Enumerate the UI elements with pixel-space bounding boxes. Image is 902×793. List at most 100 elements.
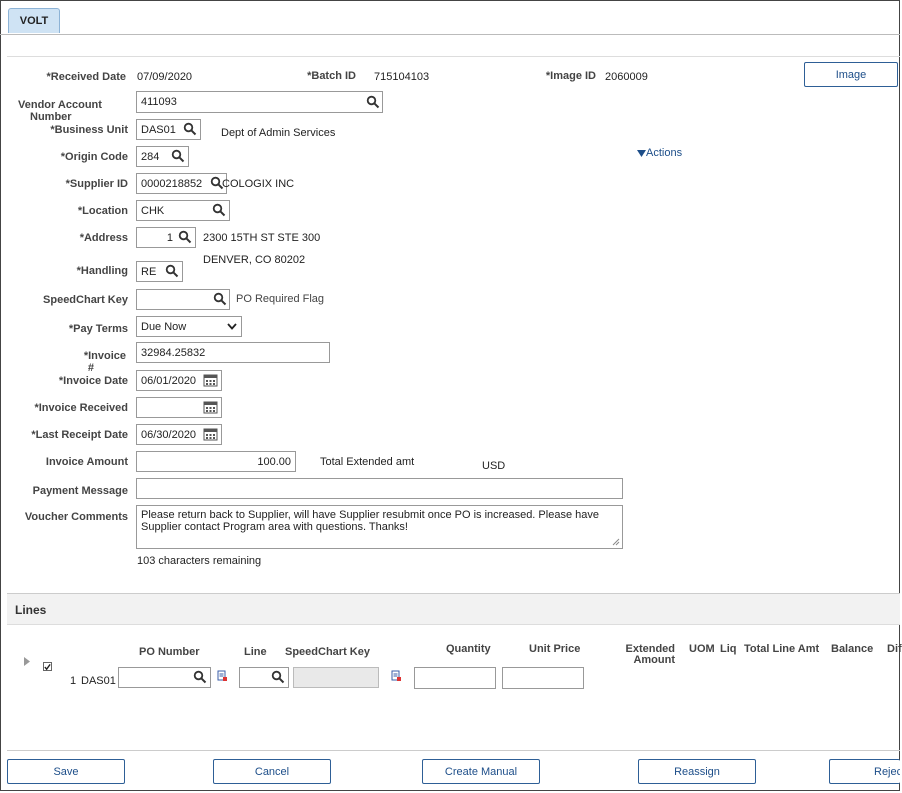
magnifier-icon[interactable] (171, 149, 185, 163)
address-line1: 2300 15TH ST STE 300 (203, 232, 321, 244)
resize-grip-icon[interactable] (612, 538, 620, 546)
col-speedchart: SpeedChart Key (285, 646, 370, 658)
address-label: *Address (79, 232, 128, 244)
voucher-comments-value: Please return back to Supplier, will hav… (141, 509, 599, 533)
business-unit-desc: Dept of Admin Services (221, 127, 336, 139)
col-balance: Balance (831, 643, 874, 655)
line-business-unit: DAS01 (81, 675, 116, 687)
payment-message-label: Payment Message (32, 485, 128, 497)
voucher-comments-textarea[interactable]: Please return back to Supplier, will hav… (136, 505, 623, 549)
magnifier-icon[interactable] (178, 230, 192, 244)
related-content-icon[interactable] (391, 670, 402, 682)
address-value: 1 (166, 231, 173, 244)
save-button[interactable]: Save (7, 759, 125, 784)
col-difference: Dif (887, 643, 902, 655)
col-line: Line (244, 646, 267, 658)
speedchart-label: SpeedChart Key (43, 294, 128, 306)
triangle-down-icon (637, 149, 646, 157)
batch-id-value: 715104103 (374, 71, 430, 83)
business-unit-label: *Business Unit (50, 124, 128, 136)
vendor-account-input[interactable]: 411093 (136, 91, 383, 113)
magnifier-icon[interactable] (213, 292, 227, 306)
col-extended-line2: Amount (633, 654, 675, 666)
divider (7, 56, 900, 57)
image-id-value: 2060009 (605, 71, 648, 83)
location-label: *Location (77, 205, 128, 217)
handling-label: *Handling (76, 265, 128, 277)
supplier-id-value: 0000218852 (141, 177, 203, 190)
invoice-label-line2: # (87, 362, 94, 374)
invoice-number-label: *Invoice # (20, 350, 126, 374)
pay-terms-value: Due Now (141, 320, 187, 333)
po-required-flag: PO Required Flag (236, 293, 325, 305)
address-line2: DENVER, CO 80202 (203, 254, 306, 266)
col-total-line-amt: Total Line Amt (744, 643, 820, 655)
checkmark-icon (44, 663, 51, 670)
actions-link-label: Actions (646, 147, 683, 159)
line-select-checkbox[interactable] (43, 662, 52, 671)
invoice-number-input[interactable]: 32984.25832 (136, 342, 330, 363)
col-extended-amount: Extended Amount (620, 644, 675, 666)
invoice-date-label: *Invoice Date (58, 375, 128, 387)
invoice-date-value: 06/01/2020 (141, 374, 197, 387)
tab-bar: VOLT (0, 0, 900, 35)
invoice-amount-value: 100.00 (257, 455, 291, 468)
col-unit-price: Unit Price (529, 643, 581, 655)
actions-link[interactable]: Actions (637, 147, 682, 159)
invoice-amount-input[interactable]: 100.00 (136, 451, 296, 472)
business-unit-value: DAS01 (141, 123, 176, 136)
origin-code-value: 284 (141, 150, 160, 163)
lines-title: Lines (15, 603, 47, 617)
invoice-amount-label: Invoice Amount (45, 456, 128, 468)
image-id-label: *Image ID (545, 70, 596, 82)
reassign-button[interactable]: Reassign (638, 759, 756, 784)
last-receipt-value: 06/30/2020 (141, 428, 197, 441)
chars-remaining: 103 characters remaining (137, 555, 262, 567)
calendar-icon[interactable] (203, 427, 218, 441)
col-uom: UOM (689, 643, 715, 655)
supplier-id-label: *Supplier ID (65, 178, 128, 190)
line-row-number: 1 (70, 675, 77, 687)
location-value: CHK (141, 204, 165, 217)
supplier-name: COLOGIX INC (222, 178, 295, 190)
chevron-down-icon (227, 323, 237, 330)
total-extended-label: Total Extended amt (320, 456, 415, 468)
received-date-value: 07/09/2020 (137, 71, 193, 83)
invoice-received-label: *Invoice Received (34, 402, 128, 414)
vendor-account-label-line1: Vendor Account (18, 99, 102, 111)
magnifier-icon[interactable] (366, 95, 380, 109)
vendor-account-label-line2: Number (30, 111, 72, 123)
col-liq: Liq (720, 643, 737, 655)
related-content-icon[interactable] (217, 670, 228, 682)
lines-section-header: Lines (7, 593, 900, 625)
create-manual-button[interactable]: Create Manual (422, 759, 540, 784)
magnifier-icon[interactable] (193, 670, 207, 684)
unit-price-input[interactable] (502, 667, 584, 689)
calendar-icon[interactable] (203, 400, 218, 414)
magnifier-icon[interactable] (183, 122, 197, 136)
cancel-button[interactable]: Cancel (213, 759, 331, 784)
pay-terms-label: *Pay Terms (68, 323, 128, 335)
currency-code: USD (482, 460, 506, 472)
vendor-account-label: Vendor Account Number (18, 99, 102, 123)
magnifier-icon[interactable] (271, 670, 285, 684)
payment-message-input[interactable] (136, 478, 623, 499)
col-quantity: Quantity (446, 643, 491, 655)
magnifier-icon[interactable] (165, 264, 179, 278)
reject-button[interactable]: Reject (829, 759, 900, 784)
invoice-number-value: 32984.25832 (141, 346, 206, 359)
quantity-input[interactable] (414, 667, 496, 689)
origin-code-label: *Origin Code (60, 151, 128, 163)
invoice-label-line1: *Invoice (83, 350, 126, 362)
magnifier-icon[interactable] (212, 203, 226, 217)
speedchart-line-input (293, 667, 379, 688)
tab-volt[interactable]: VOLT (8, 8, 60, 33)
calendar-icon[interactable] (203, 373, 218, 387)
handling-value: RE (141, 265, 157, 278)
batch-id-label: *Batch ID (307, 70, 356, 82)
pay-terms-select[interactable]: Due Now (136, 316, 242, 337)
image-button[interactable]: Image (804, 62, 898, 87)
triangle-right-icon[interactable] (24, 657, 30, 666)
received-date-label: *Received Date (46, 71, 127, 83)
vendor-account-value: 411093 (141, 96, 177, 108)
